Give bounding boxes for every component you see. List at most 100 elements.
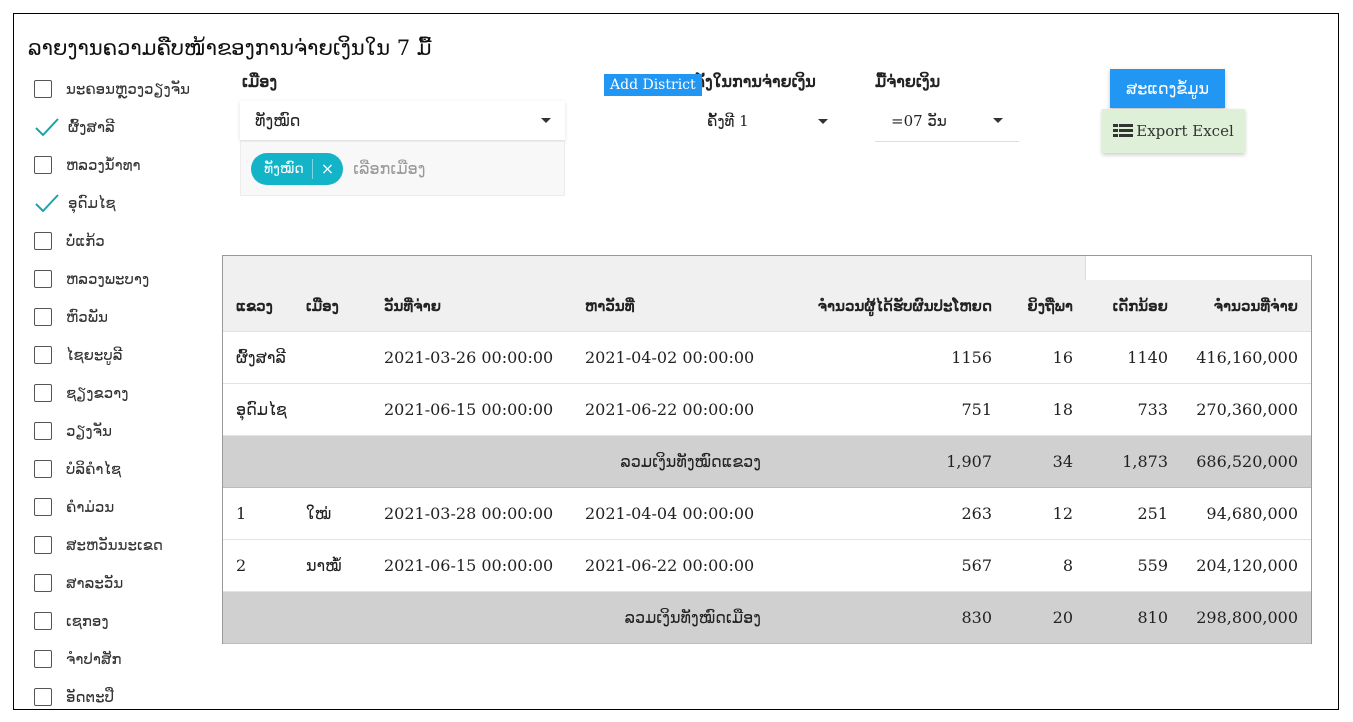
district-total-row: ລວມເງິນທັງໝົດເມືອງ 830 20 810 298,800,00…: [223, 592, 1311, 644]
table-cell: 2: [236, 556, 247, 575]
checkbox-icon: [34, 80, 52, 98]
table-cell: 2021-06-22 00:00:00: [585, 400, 755, 419]
province-checkbox-label: ຫົວພັນ: [66, 308, 108, 326]
checkbox-icon: [34, 346, 52, 364]
table-cell: 567: [961, 556, 992, 575]
close-icon[interactable]: ×: [321, 160, 334, 177]
table-row: 2 ນາໝໍ້ 2021-06-15 00:00:00 2021-06-22 00:0…: [223, 540, 1311, 592]
province-total-beneficiaries: 1,907: [946, 452, 992, 471]
province-total-row: ລວມເງິນທັງໝົດແຂວງ 1,907 34 1,873 686,520…: [223, 436, 1311, 488]
province-checkbox-item[interactable]: ຫລວງພະບາງ: [34, 260, 224, 298]
header-beneficiaries: ຈໍານວນຜູ້ໄດ້ຮັບຜົນປະໂຫຍດ: [817, 297, 992, 315]
payment-round-value: ຄັ້ງທີ 1: [707, 112, 749, 130]
district-total-beneficiaries: 830: [961, 608, 992, 627]
checkbox-icon: [34, 422, 52, 440]
table-header-row: ແຂວງ ເມືອງ ວັນທີ່ຈ່າຍ ຫາວັນທີ່ ຈໍານວນຜູ້…: [223, 281, 1311, 332]
province-checkbox-label: ຫລວງພະບາງ: [66, 270, 150, 288]
province-checkbox-item[interactable]: ບໍ່ແກ້ວ: [34, 222, 224, 260]
province-checkbox-label: ສະຫວັນນະເຂດ: [66, 536, 163, 554]
province-checkbox-label: ຫລວງນໍ້າທາ: [66, 156, 141, 174]
district-total-children: 810: [1137, 608, 1168, 627]
header-pregnant: ຍິງຖືພາ: [1027, 297, 1073, 315]
pay-day-select[interactable]: =07 ວັນ: [875, 100, 1019, 142]
table-cell: ນາໝໍ້: [306, 556, 342, 575]
table-row: ອຸດົມໄຊ 2021-06-15 00:00:00 2021-06-22 00:…: [223, 384, 1311, 436]
pay-day-value: =07 ວັນ: [891, 111, 947, 130]
province-checkbox-item[interactable]: ຜົ້ງສາລີ: [34, 108, 224, 146]
show-data-button[interactable]: ສະແດງຂໍ້ມູນ: [1110, 69, 1225, 108]
table-cell: 1140: [1127, 348, 1168, 367]
header-amount: ຈໍານວນທີ່ຈ່າຍ: [1213, 297, 1298, 315]
table-cell: ໃໝ່: [306, 504, 332, 523]
district-search-input[interactable]: [351, 158, 506, 179]
province-checkbox-item[interactable]: ນະຄອນຫຼວງວຽງຈັນ: [34, 70, 224, 108]
province-checkbox-item[interactable]: ອັດຕະປື: [34, 678, 224, 716]
province-checkbox-item[interactable]: ໄຊຍະບູລີ: [34, 336, 224, 374]
district-select[interactable]: ທັງໝົດ: [240, 101, 565, 141]
table-cell: 270,360,000: [1196, 400, 1298, 419]
checkmark-icon: [35, 194, 59, 213]
province-checkbox-item[interactable]: ຫົວພັນ: [34, 298, 224, 336]
province-total-children: 1,873: [1122, 452, 1168, 471]
payment-round-label: ຄັ້ງໃນການຈ່າຍເງິນ: [694, 72, 816, 91]
table-cell: 94,680,000: [1206, 504, 1298, 523]
caret-down-icon: [993, 118, 1003, 123]
province-checklist: ນະຄອນຫຼວງວຽງຈັນຜົ້ງສາລີຫລວງນໍ້າທາອຸດົມໄຊ…: [34, 70, 224, 716]
district-total-amount: 298,800,000: [1196, 608, 1298, 627]
province-checkbox-label: ອຸດົມໄຊ: [68, 194, 116, 212]
province-checkbox-label: ນະຄອນຫຼວງວຽງຈັນ: [66, 80, 191, 98]
table-cell: 12: [1052, 504, 1073, 523]
header-province: ແຂວງ: [236, 297, 273, 315]
table-cell: 2021-06-15 00:00:00: [384, 400, 554, 419]
report-table: ແຂວງ ເມືອງ ວັນທີ່ຈ່າຍ ຫາວັນທີ່ ຈໍານວນຜູ້…: [222, 255, 1312, 644]
province-checkbox-item[interactable]: ເຊກອງ: [34, 602, 224, 640]
checkbox-icon: [34, 536, 52, 554]
province-checkbox-item[interactable]: ອຸດົມໄຊ: [34, 184, 224, 222]
checkbox-icon: [34, 384, 52, 402]
checkbox-icon: [34, 612, 52, 630]
province-checkbox-label: ຜົ້ງສາລີ: [68, 118, 115, 136]
table-row: 1 ໃໝ່ 2021-03-28 00:00:00 2021-04-04 00:00:…: [223, 488, 1311, 540]
table-cell: ຜົ້ງສາລີ: [236, 348, 286, 367]
table-cell: 8: [1062, 556, 1073, 575]
province-checkbox-item[interactable]: ຄໍາມ່ວນ: [34, 488, 224, 526]
header-to-date: ຫາວັນທີ່: [585, 297, 635, 315]
province-checkbox-label: ຄໍາມ່ວນ: [66, 498, 115, 516]
province-checkbox-label: ໄຊຍະບູລີ: [66, 346, 123, 364]
table-cell: 251: [1137, 504, 1168, 523]
table-cell: ອຸດົມໄຊ: [236, 400, 287, 419]
checkbox-icon: [34, 156, 52, 174]
province-checkbox-label: ບໍລິຄໍາໄຊ: [66, 460, 122, 478]
caret-down-icon: [818, 118, 828, 124]
pay-day-label: ມື້ຈ່າຍເງິນ: [875, 72, 941, 91]
province-checkbox-label: ອັດຕະປື: [66, 688, 115, 706]
table-cell: 2021-06-15 00:00:00: [384, 556, 554, 575]
province-checkbox-label: ວຽງຈັນ: [66, 422, 112, 440]
province-checkbox-label: ຊຽງຂວາງ: [66, 384, 129, 402]
add-district-button[interactable]: Add District: [604, 74, 702, 96]
table-cell: 263: [961, 504, 992, 523]
checkbox-icon: [34, 460, 52, 478]
export-excel-button[interactable]: Export Excel: [1102, 109, 1245, 153]
district-label: ເມືອງ: [242, 72, 278, 91]
province-checkbox-item[interactable]: ຫລວງນໍ້າທາ: [34, 146, 224, 184]
page-title: ລາຍງານຄວາມຄືບໜ້າຂອງການຈ່າຍເງິນໃນ 7 ມື້: [28, 36, 432, 60]
province-checkbox-item[interactable]: ຊຽງຂວາງ: [34, 374, 224, 412]
table-icon: [1113, 124, 1134, 137]
province-total-label: ລວມເງິນທັງໝົດແຂວງ: [620, 452, 761, 471]
table-cell: 751: [961, 400, 992, 419]
province-checkbox-item[interactable]: ຈໍາປາສັກ: [34, 640, 224, 678]
province-checkbox-item[interactable]: ສາລະວັນ: [34, 564, 224, 602]
caret-down-icon: [541, 118, 551, 123]
district-select-value: ທັງໝົດ: [255, 111, 301, 130]
checkbox-icon: [34, 688, 52, 706]
district-multiselect[interactable]: ທັງໝົດ ×: [240, 141, 565, 196]
province-checkbox-item[interactable]: ສະຫວັນນະເຂດ: [34, 526, 224, 564]
province-checkbox-item[interactable]: ບໍລິຄໍາໄຊ: [34, 450, 224, 488]
province-checkbox-item[interactable]: ວຽງຈັນ: [34, 412, 224, 450]
province-total-pregnant: 34: [1052, 452, 1073, 471]
payment-round-select[interactable]: ຄັ້ງທີ 1: [693, 100, 828, 142]
checkbox-icon: [34, 232, 52, 250]
table-cell: 2021-04-02 00:00:00: [585, 348, 755, 367]
table-cell: 559: [1137, 556, 1168, 575]
